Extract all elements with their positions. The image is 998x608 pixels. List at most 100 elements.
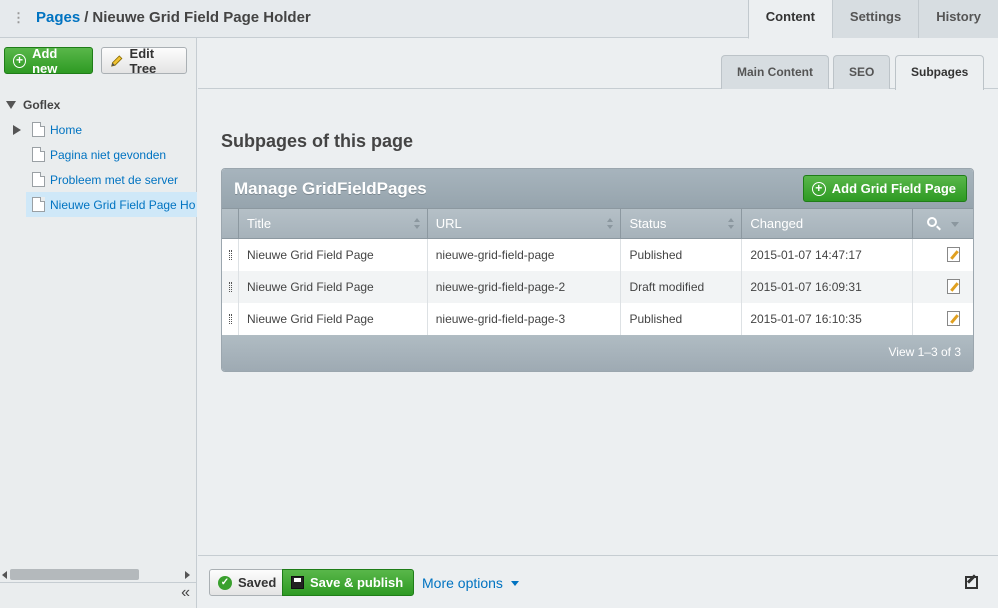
tree-root[interactable]: Goflex <box>0 92 197 117</box>
page-title: Subpages of this page <box>221 131 414 151</box>
chevron-down-icon[interactable] <box>951 222 960 227</box>
filter-toggle[interactable] <box>913 209 973 238</box>
sort-icon[interactable] <box>607 218 614 230</box>
drag-handle[interactable] <box>222 303 239 335</box>
site-tree: Goflex Home Pagina niet gevonden Problee… <box>0 92 197 217</box>
breadcrumb-separator: / <box>84 9 89 26</box>
tree-item-not-found[interactable]: Pagina niet gevonden <box>0 142 197 167</box>
check-icon: ✓ <box>218 575 232 590</box>
column-label: URL <box>435 216 462 231</box>
edit-cell <box>913 303 973 335</box>
save-publish-label: Save & publish <box>310 575 404 590</box>
column-status[interactable]: Status <box>621 209 743 238</box>
table-cell: nieuwe-grid-field-page-3 <box>428 303 622 335</box>
tab-settings[interactable]: Settings <box>831 0 919 38</box>
column-changed[interactable]: Changed <box>742 209 914 238</box>
table-cell: Draft modified <box>621 271 743 303</box>
breadcrumb-current: Nieuwe Grid Field Page Holder <box>92 9 311 26</box>
save-publish-button[interactable]: Save & publish <box>282 569 415 596</box>
sort-icon[interactable] <box>728 218 735 230</box>
gridfield: Manage GridFieldPages + Add Grid Field P… <box>221 168 974 372</box>
edit-icon[interactable] <box>947 279 961 294</box>
add-new-label: Add new <box>32 45 58 76</box>
column-label: Status <box>629 216 667 231</box>
site-tree-icon: ⋮ <box>12 9 25 25</box>
drag-handle-icon[interactable] <box>229 282 232 292</box>
sidebar-horizontal-scrollbar[interactable] <box>0 568 196 582</box>
sort-icon[interactable] <box>413 218 421 230</box>
table-cell: Published <box>621 239 743 271</box>
saved-button[interactable]: ✓ Saved <box>209 569 288 596</box>
table-cell: 2015-01-07 16:09:31 <box>742 271 914 303</box>
scroll-right-icon[interactable] <box>185 571 190 579</box>
preview-edit-icon[interactable] <box>965 576 978 589</box>
tab-content[interactable]: Content <box>747 0 832 39</box>
edit-icon[interactable] <box>947 247 961 262</box>
tab-history[interactable]: History <box>918 0 998 38</box>
table-row[interactable]: Nieuwe Grid Field Page nieuwe-grid-field… <box>222 271 973 303</box>
actions-toolbar: ✓ Saved Save & publish More options <box>198 555 998 608</box>
drag-handle[interactable] <box>222 239 239 271</box>
tree-item-server-error[interactable]: Probleem met de server <box>0 167 197 192</box>
table-row[interactable]: Nieuwe Grid Field Page nieuwe-grid-field… <box>222 303 973 335</box>
tree-root-label: Goflex <box>23 97 61 112</box>
gridfield-header: Manage GridFieldPages + Add Grid Field P… <box>222 169 973 208</box>
gridfield-footer: View 1–3 of 3 <box>222 335 973 371</box>
more-options-dropdown[interactable]: More options <box>422 575 519 591</box>
table-cell: Nieuwe Grid Field Page <box>239 271 428 303</box>
chevron-down-icon <box>510 580 519 586</box>
page-icon <box>32 197 45 212</box>
column-url[interactable]: URL <box>428 209 622 238</box>
table-cell: Nieuwe Grid Field Page <box>239 239 428 271</box>
top-tabs: Content Settings History <box>747 0 998 39</box>
tree-item-label: Nieuwe Grid Field Page Ho <box>50 197 196 212</box>
page-icon <box>32 122 45 137</box>
pagination-summary: View 1–3 of 3 <box>888 345 962 359</box>
tab-main-content[interactable]: Main Content <box>721 55 829 89</box>
drag-handle-icon[interactable] <box>229 250 232 260</box>
drag-column-header <box>222 209 239 238</box>
collapsed-arrow-icon[interactable] <box>13 124 21 135</box>
saved-label: Saved <box>238 575 277 590</box>
tree-item-label: Home <box>50 122 83 137</box>
edit-icon[interactable] <box>947 311 961 326</box>
table-row[interactable]: Nieuwe Grid Field Page nieuwe-grid-field… <box>222 239 973 271</box>
more-options-label: More options <box>422 575 503 591</box>
edit-tree-button[interactable]: Edit Tree <box>101 46 187 76</box>
scrollbar-thumb[interactable] <box>10 569 139 580</box>
pencil-icon <box>111 54 123 67</box>
table-cell: Nieuwe Grid Field Page <box>239 303 428 335</box>
top-header: ⋮ Pages / Nieuwe Grid Field Page Holder … <box>0 0 998 39</box>
add-new-button[interactable]: + Add new <box>4 45 93 76</box>
gridfield-title: Manage GridFieldPages <box>234 179 427 198</box>
add-grid-field-page-button[interactable]: + Add Grid Field Page <box>802 175 967 202</box>
expanded-arrow-icon[interactable] <box>6 100 16 109</box>
drag-handle[interactable] <box>222 271 239 303</box>
table-header: Title URL Status Changed <box>222 208 973 239</box>
search-icon[interactable] <box>927 217 938 227</box>
table-cell: 2015-01-07 14:47:17 <box>742 239 914 271</box>
scroll-left-icon[interactable] <box>2 571 7 579</box>
edit-cell <box>913 239 973 271</box>
breadcrumb-pages-link[interactable]: Pages <box>36 9 80 26</box>
error-page-icon <box>32 147 45 162</box>
tree-item-grid-field-page-holder[interactable]: Nieuwe Grid Field Page Ho <box>26 192 197 217</box>
drag-handle-icon[interactable] <box>229 314 232 324</box>
column-label: Changed <box>750 216 804 231</box>
disk-icon <box>291 576 304 589</box>
tree-item-label: Probleem met de server <box>50 172 179 187</box>
collapse-sidebar-button[interactable]: « <box>181 584 190 602</box>
table-cell: 2015-01-07 16:10:35 <box>742 303 914 335</box>
edit-cell <box>913 271 973 303</box>
column-label: Title <box>246 216 272 231</box>
add-grid-field-page-label: Add Grid Field Page <box>831 181 956 196</box>
plus-icon: + <box>811 181 826 196</box>
tab-seo[interactable]: SEO <box>833 55 891 89</box>
error-page-icon <box>32 172 45 187</box>
column-title[interactable]: Title <box>239 209 428 238</box>
tab-subpages[interactable]: Subpages <box>895 55 985 90</box>
table-cell: Published <box>621 303 743 335</box>
tree-item-home[interactable]: Home <box>0 117 197 142</box>
sidebar: + Add new Edit Tree Goflex Home Pagina n… <box>0 38 197 608</box>
tree-item-label: Pagina niet gevonden <box>50 147 167 162</box>
